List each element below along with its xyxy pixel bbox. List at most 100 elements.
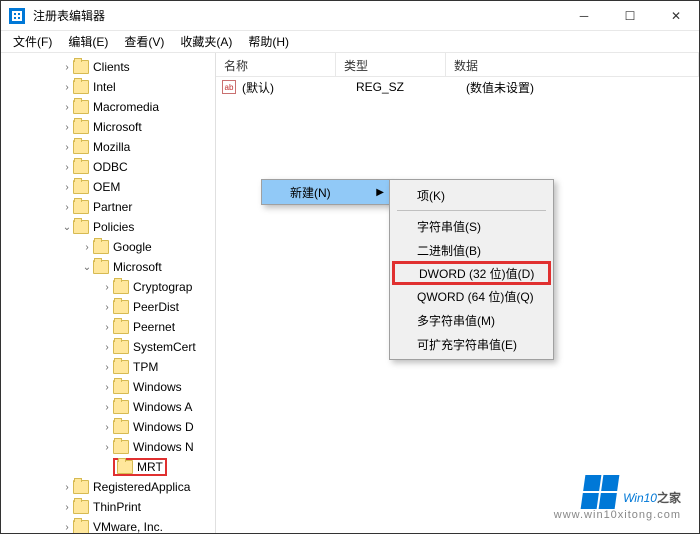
submenu-item[interactable]: QWORD (64 位)值(Q) [393,284,550,308]
chevron-icon: › [101,422,113,433]
tree-item[interactable]: ›VMware, Inc. [1,517,215,533]
tree-item[interactable]: ›RegisteredApplica [1,477,215,497]
chevron-icon: › [61,162,73,173]
tree-item[interactable]: › Clients [1,57,215,77]
chevron-icon: › [61,62,73,73]
folder-icon [113,300,129,314]
tree-item[interactable]: ›ODBC [1,157,215,177]
submenu-item[interactable]: 多字符串值(M) [393,308,550,332]
tree-view[interactable]: ›Clients›Intel›Macromedia›Microsoft›Mozi… [1,53,216,533]
folder-icon [113,340,129,354]
menu-file[interactable]: 文件(F) [5,31,60,52]
tree-item[interactable]: ⌄ Policies [1,217,215,237]
submenu-item[interactable]: DWORD (32 位)值(D) [392,261,551,285]
submenu-item[interactable]: 可扩充字符串值(E) [393,332,550,356]
tree-item[interactable]: › ThinPrint [1,497,215,517]
menu-favorites[interactable]: 收藏夹(A) [172,31,240,52]
tree-item[interactable]: ›Microsoft [1,117,215,137]
tree-item[interactable]: ›Partner [1,197,215,217]
close-button[interactable]: ✕ [653,1,699,31]
tree-item-label: Microsoft [113,260,162,274]
menu-separator [397,210,546,211]
tree-item[interactable]: ›OEM [1,177,215,197]
col-data[interactable]: 数据 [446,53,699,76]
folder-icon [93,240,109,254]
tree-item-label: MRT [137,460,163,474]
tree-item[interactable]: ›Windows N [1,437,215,457]
tree-item[interactable]: ⌄ Microsoft [1,257,215,277]
chevron-icon: › [61,202,73,213]
submenu-arrow-icon: ▶ [376,187,384,198]
tree-item-label: TPM [133,360,158,374]
folder-icon [73,520,89,533]
tree-item[interactable]: ›Windows A [1,397,215,417]
tree-item[interactable]: ›Google [1,237,215,257]
folder-icon [73,60,89,74]
tree-item[interactable]: › Peernet [1,317,215,337]
menu-help[interactable]: 帮助(H) [240,31,297,52]
tree-item[interactable]: ›TPM [1,357,215,377]
menu-item-new[interactable]: 新建(N) ▶ [262,180,390,204]
folder-icon [73,180,89,194]
maximize-button[interactable]: ☐ [607,1,653,31]
tree-item-label: Windows A [133,400,192,414]
submenu-item[interactable]: 字符串值(S) [393,214,550,238]
menu-edit[interactable]: 编辑(E) [60,31,116,52]
col-name[interactable]: 名称 [216,53,336,76]
tree-item-label: Google [113,240,152,254]
tree-item-label: RegisteredApplica [93,480,190,494]
brand-text: Win10之家 [623,478,681,509]
chevron-icon: › [101,282,113,293]
content-area: ›Clients›Intel›Macromedia›Microsoft›Mozi… [1,53,699,533]
tree-item[interactable]: › SystemCert [1,337,215,357]
folder-icon [73,160,89,174]
submenu-item[interactable]: 项(K) [393,183,550,207]
tree-item-label: SystemCert [133,340,196,354]
tree-item[interactable]: ›Intel [1,77,215,97]
chevron-icon: › [61,102,73,113]
tree-item-label: Intel [93,80,116,94]
string-value-icon: ab [222,80,236,94]
tree-item-label: Windows D [133,420,194,434]
minimize-button[interactable]: ─ [561,1,607,31]
chevron-icon: › [101,302,113,313]
chevron-icon: › [101,322,113,333]
folder-icon [113,440,129,454]
menubar: 文件(F) 编辑(E) 查看(V) 收藏夹(A) 帮助(H) [1,31,699,53]
menu-view[interactable]: 查看(V) [116,31,172,52]
tree-item-label: ThinPrint [93,500,141,514]
folder-icon [73,500,89,514]
menu-item-new-label: 新建(N) [290,184,331,201]
tree-item-label: VMware, Inc. [93,520,163,533]
folder-icon [73,100,89,114]
tree-item[interactable]: ›Windows [1,377,215,397]
chevron-icon: › [101,342,113,353]
window-controls: ─ ☐ ✕ [561,1,699,31]
tree-item[interactable]: › Macromedia [1,97,215,117]
watermark: Win10之家 www.win10xitong.com [554,475,681,521]
tree-item[interactable]: ›PeerDist [1,297,215,317]
tree-item[interactable]: MRT [1,457,215,477]
folder-icon [93,260,109,274]
tree-item-label: Peernet [133,320,175,334]
tree-item-label: Cryptograp [133,280,192,294]
chevron-icon: › [61,502,73,513]
submenu-item[interactable]: 二进制值(B) [393,238,550,262]
folder-icon [73,140,89,154]
folder-icon [73,480,89,494]
chevron-icon: › [101,442,113,453]
titlebar: 注册表编辑器 ─ ☐ ✕ [1,1,699,31]
tree-item[interactable]: › Windows D [1,417,215,437]
chevron-icon: ⌄ [81,262,93,273]
chevron-icon: ⌄ [61,222,73,233]
chevron-icon: › [61,182,73,193]
tree-item[interactable]: ›Mozilla [1,137,215,157]
tree-item-label: Policies [93,220,134,234]
col-type[interactable]: 类型 [336,53,446,76]
tree-item-label: Clients [93,60,130,74]
window-title: 注册表编辑器 [33,7,561,24]
chevron-icon: › [61,122,73,133]
list-row[interactable]: ab (默认) REG_SZ (数值未设置) [216,77,699,97]
tree-item-label: Macromedia [93,100,159,114]
tree-item[interactable]: › Cryptograp [1,277,215,297]
